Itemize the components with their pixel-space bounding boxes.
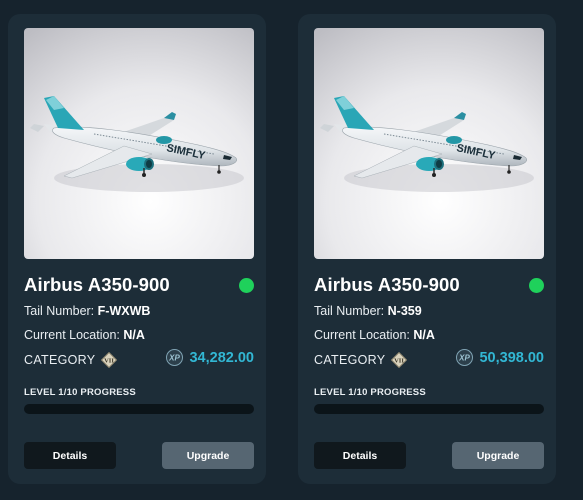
status-indicator xyxy=(239,278,254,293)
tail-number-row: Tail Number: F-WXWB xyxy=(24,304,150,318)
xp-row: XP 34,282.00 xyxy=(166,349,254,366)
tail-number-label: Tail Number: xyxy=(24,304,95,318)
current-location-row: Current Location: N/A xyxy=(24,328,145,342)
current-location-row: Current Location: N/A xyxy=(314,328,435,342)
level-progress-bar xyxy=(314,404,544,414)
current-location-value: N/A xyxy=(413,328,435,342)
xp-value: 50,398.00 xyxy=(479,349,544,366)
xp-coin-icon: XP xyxy=(166,349,184,366)
svg-text:XP: XP xyxy=(459,354,471,363)
aircraft-title: Airbus A350-900 xyxy=(24,274,170,295)
category-row: CATEGORY VII xyxy=(24,351,118,369)
aircraft-card-1: SIMFLY Airbus A350-900 Tail Number: N-35… xyxy=(298,14,556,484)
upgrade-button[interactable]: Upgrade xyxy=(452,442,544,469)
tail-number-label: Tail Number: xyxy=(314,304,385,318)
svg-text:XP: XP xyxy=(169,354,181,363)
tail-number-row: Tail Number: N-359 xyxy=(314,304,422,318)
current-location-label: Current Location: xyxy=(314,328,410,342)
category-label: CATEGORY xyxy=(24,353,96,367)
upgrade-button[interactable]: Upgrade xyxy=(162,442,254,469)
aircraft-title: Airbus A350-900 xyxy=(314,274,460,295)
category-badge-icon: VII xyxy=(101,351,118,369)
xp-coin-icon: XP xyxy=(456,349,474,366)
category-row: CATEGORY VII xyxy=(314,351,408,369)
status-indicator xyxy=(529,278,544,293)
tail-number-value: F-WXWB xyxy=(97,304,151,318)
xp-value: 34,282.00 xyxy=(189,349,254,366)
aircraft-photo: SIMFLY xyxy=(24,28,254,259)
level-progress-bar xyxy=(24,404,254,414)
level-progress-label: LEVEL 1/10 PROGRESS xyxy=(24,387,136,398)
category-badge-icon: VII xyxy=(391,351,408,369)
category-label: CATEGORY xyxy=(314,353,386,367)
current-location-label: Current Location: xyxy=(24,328,120,342)
tail-number-value: N-359 xyxy=(387,304,422,318)
level-progress-label: LEVEL 1/10 PROGRESS xyxy=(314,387,426,398)
details-button[interactable]: Details xyxy=(314,442,406,469)
details-button[interactable]: Details xyxy=(24,442,116,469)
aircraft-photo: SIMFLY xyxy=(314,28,544,259)
aircraft-card-0: SIMFLY Airbus A350-900 Tail Number: F-WX… xyxy=(8,14,266,484)
category-value: VII xyxy=(395,358,405,365)
current-location-value: N/A xyxy=(123,328,145,342)
category-value: VII xyxy=(105,358,115,365)
xp-row: XP 50,398.00 xyxy=(456,349,544,366)
